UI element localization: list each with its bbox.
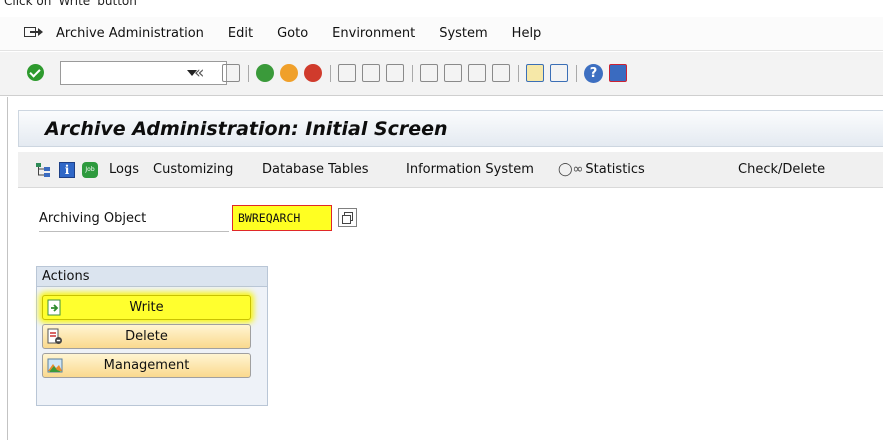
- content-area: Archive Administration: Initial Screen i…: [7, 97, 883, 440]
- delete-label: Delete: [125, 329, 168, 344]
- menu-help[interactable]: Help: [512, 26, 542, 41]
- page-title: Archive Administration: Initial Screen: [45, 118, 448, 140]
- title-bar: Archive Administration: Initial Screen: [18, 110, 883, 147]
- menu-edit[interactable]: Edit: [228, 26, 253, 41]
- print-icon[interactable]: [338, 64, 356, 82]
- exit-menu-icon[interactable]: [24, 26, 46, 42]
- management-button[interactable]: Management: [42, 353, 251, 378]
- actions-header: Actions: [37, 267, 267, 287]
- last-page-icon[interactable]: [492, 64, 510, 82]
- toolbar-separator: [330, 65, 331, 82]
- new-session-icon[interactable]: [526, 64, 544, 82]
- customize-layout-icon[interactable]: [609, 64, 627, 82]
- shortcut-icon[interactable]: [550, 64, 568, 82]
- standard-toolbar: « ?: [0, 52, 883, 96]
- sap-window: Click on 'Write' button Archive Administ…: [0, 0, 883, 440]
- archiving-object-input[interactable]: BWREQARCH: [232, 205, 332, 231]
- first-page-icon[interactable]: [420, 64, 438, 82]
- management-label: Management: [103, 358, 190, 373]
- database-tables-button[interactable]: Database Tables: [262, 162, 369, 177]
- find-next-icon[interactable]: [386, 64, 404, 82]
- write-button[interactable]: Write: [42, 295, 251, 320]
- menu-archive-administration[interactable]: Archive Administration: [56, 26, 204, 41]
- next-page-icon[interactable]: [468, 64, 486, 82]
- job-icon[interactable]: Job: [82, 162, 98, 178]
- find-icon[interactable]: [362, 64, 380, 82]
- menu-environment[interactable]: Environment: [332, 26, 415, 41]
- application-toolbar: i Job Logs Customizing Database Tables I…: [18, 152, 883, 188]
- write-label: Write: [129, 300, 164, 315]
- value-help-button[interactable]: [338, 208, 357, 227]
- archiving-object-label: Archiving Object: [39, 211, 147, 226]
- previous-page-icon[interactable]: [444, 64, 462, 82]
- actions-group: Actions Write Delete Management: [36, 266, 268, 406]
- help-icon[interactable]: ?: [584, 64, 603, 83]
- info-icon[interactable]: i: [59, 162, 75, 178]
- glasses-icon: ◯∞: [558, 162, 584, 177]
- collapse-command-field-icon[interactable]: «: [194, 63, 204, 83]
- cancel-icon[interactable]: [304, 64, 322, 82]
- instruction-caption: Click on 'Write' button: [4, 0, 137, 8]
- exit-icon[interactable]: [280, 64, 298, 82]
- toolbar-separator: [518, 65, 519, 82]
- toolbar-separator: [412, 65, 413, 82]
- delete-button[interactable]: Delete: [42, 324, 251, 349]
- menu-goto[interactable]: Goto: [277, 26, 308, 41]
- toolbar-separator: [576, 65, 577, 82]
- back-icon[interactable]: [256, 64, 274, 82]
- enter-check-icon[interactable]: [27, 64, 44, 81]
- toolbar-separator: [248, 65, 249, 82]
- statistics-button[interactable]: ◯∞ Statistics: [558, 162, 645, 177]
- logs-button[interactable]: Logs: [109, 162, 139, 177]
- menu-system[interactable]: System: [439, 26, 487, 41]
- hierarchy-icon[interactable]: [35, 162, 51, 178]
- actions-title: Actions: [42, 269, 90, 284]
- save-icon[interactable]: [222, 64, 240, 82]
- menu-bar: Archive Administration Edit Goto Environ…: [0, 17, 883, 51]
- archiving-object-row: Archiving Object BWREQARCH: [18, 200, 458, 234]
- statistics-label: Statistics: [585, 162, 645, 177]
- check-delete-button[interactable]: Check/Delete: [738, 162, 825, 177]
- customizing-button[interactable]: Customizing: [153, 162, 233, 177]
- information-system-button[interactable]: Information System: [406, 162, 534, 177]
- label-underline: [39, 231, 229, 232]
